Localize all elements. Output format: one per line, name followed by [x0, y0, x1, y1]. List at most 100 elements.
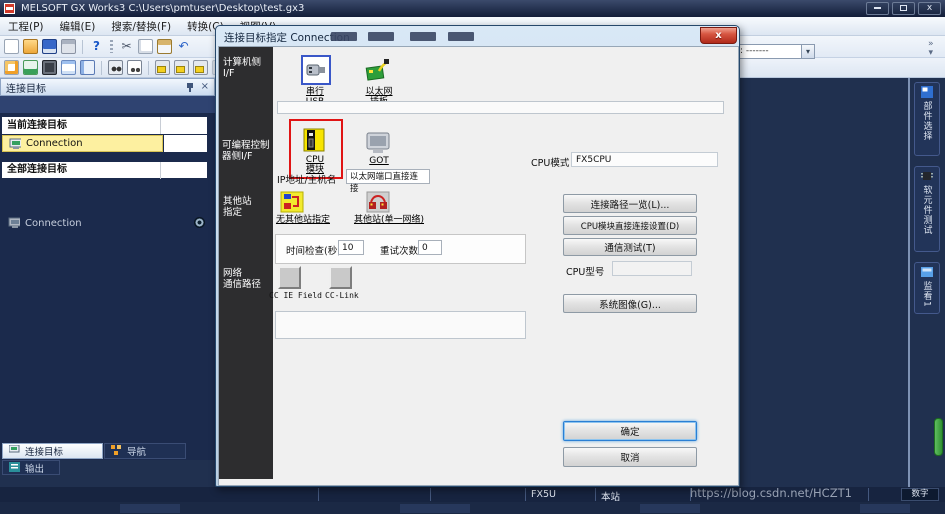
retry-count-field[interactable]: 0	[418, 240, 442, 255]
all-connection-item[interactable]: Connection	[2, 215, 207, 231]
panel-toolbar	[0, 96, 215, 114]
artifact-mark	[368, 32, 394, 41]
watch-window-icon	[921, 266, 933, 278]
cancel-button[interactable]: 取消	[563, 447, 697, 467]
highlight-annotation-box	[289, 119, 343, 179]
print-icon[interactable]	[61, 39, 76, 54]
cc-ie-field-icon[interactable]	[278, 266, 301, 289]
minimize-button[interactable]	[866, 2, 889, 15]
toolbar-overflow-button[interactable]: »▾	[928, 40, 934, 58]
connection-destination-dialog: 连接目标指定 Connection x 计算机侧I/F 可编程控制器侧I/F 其…	[215, 25, 740, 487]
ok-button[interactable]: 确定	[563, 421, 697, 441]
connection-destination-panel: 连接目标 × 当前连接目标 Connection 全部连接目标 Connecti…	[0, 78, 215, 460]
no-other-station-caption[interactable]: 无其他站指定	[267, 215, 339, 225]
path-preview-box	[275, 311, 526, 339]
scrollbar-thumb[interactable]	[934, 418, 943, 456]
got-caption[interactable]: GOT	[353, 156, 405, 166]
serial-usb-icon[interactable]	[301, 55, 331, 85]
other-station-single-network-caption[interactable]: 其他站(单一网络)	[339, 215, 439, 225]
program-list-icon[interactable]	[61, 60, 76, 75]
cpu-mode-label: CPU模式	[531, 155, 569, 169]
app-logo-icon	[4, 3, 15, 14]
cut-icon[interactable]: ✂	[119, 39, 134, 54]
device-memory-icon[interactable]	[174, 60, 189, 75]
artifact-mark	[410, 32, 436, 41]
all-connection-label: Connection	[25, 218, 82, 229]
no-other-station-icon[interactable]	[280, 190, 304, 217]
status-cpu-type: FX5U	[531, 489, 556, 500]
module-configuration-icon[interactable]	[42, 60, 57, 75]
panel-close-icon[interactable]: ×	[201, 82, 209, 92]
tab-navigation[interactable]: 导航	[104, 443, 186, 459]
connection-path-list-button[interactable]: 连接路径一览(L)...	[563, 194, 697, 213]
cc-link-caption: CC-Link	[325, 291, 359, 300]
open-project-icon[interactable]	[23, 39, 38, 54]
got-icon[interactable]	[365, 129, 391, 158]
ip-hostname-label: IP地址/主机名	[277, 172, 336, 186]
connection-icon	[8, 217, 20, 229]
current-connection-item[interactable]: Connection	[2, 135, 163, 152]
connection-tab-icon	[9, 445, 21, 457]
other-station-single-network-icon[interactable]	[366, 190, 390, 217]
copy-icon[interactable]	[138, 39, 153, 54]
tab-output[interactable]: 输出	[2, 460, 60, 475]
fb-list-icon[interactable]	[80, 60, 95, 75]
current-connection-header: 当前连接目标	[2, 117, 207, 134]
watermark-text: https://blog.csdn.net/HCZT1	[690, 486, 852, 500]
time-check-label: 时间检查(秒)	[286, 243, 341, 257]
current-connection-label: Connection	[26, 138, 83, 149]
panel-header: 连接目标 ×	[0, 78, 215, 96]
cpu-direct-connection-settings-button[interactable]: CPU模块直接连接设置(D)	[563, 216, 697, 235]
other-station-label: 其他站指定	[223, 196, 252, 218]
tab-watch-window[interactable]: 监看1	[914, 262, 940, 314]
dialog-body: 计算机侧I/F 可编程控制器侧I/F 其他站指定 网络通信路径 串行USB	[218, 46, 739, 486]
timeout-group: 时间检查(秒) 10 重试次数 0	[275, 234, 526, 264]
record-target-icon[interactable]	[194, 217, 205, 228]
help-icon[interactable]: ?	[89, 39, 104, 54]
ethernet-board-icon[interactable]	[365, 57, 391, 86]
tab-element-selection[interactable]: 部件选择	[914, 82, 940, 156]
menu-project[interactable]: 工程(P)	[8, 19, 44, 34]
menu-search-replace[interactable]: 搜索/替换(F)	[111, 19, 171, 34]
find-window-icon[interactable]	[127, 60, 142, 75]
restore-button[interactable]	[892, 2, 915, 15]
pc-side-label: 计算机侧I/F	[223, 57, 261, 79]
zoom-combobox[interactable]: 大: ------- ▾	[727, 44, 815, 59]
find-icon[interactable]	[108, 60, 123, 75]
connection-icon	[9, 138, 21, 150]
connection-destination-icon[interactable]	[23, 60, 38, 75]
new-project-icon[interactable]	[4, 39, 19, 54]
cpu-model-field	[612, 261, 692, 276]
paste-icon[interactable]	[157, 39, 172, 54]
pin-icon[interactable]	[186, 83, 194, 92]
category-strip	[219, 47, 273, 479]
save-icon[interactable]	[42, 39, 57, 54]
tab-connection-destination[interactable]: 连接目标	[2, 443, 103, 459]
menu-edit[interactable]: 编辑(E)	[60, 19, 96, 34]
status-station: 本站	[601, 489, 620, 503]
restore-icon	[900, 5, 907, 11]
tab-device-test[interactable]: 软元件测试	[914, 166, 940, 252]
bottom-strip	[0, 502, 945, 514]
system-image-button[interactable]: 系统图像(G)...	[563, 294, 697, 313]
navigation-window-icon[interactable]	[4, 60, 19, 75]
cpu-mode-field: FX5CPU	[571, 152, 718, 167]
time-check-field[interactable]: 10	[338, 240, 364, 255]
chevron-down-icon[interactable]: ▾	[801, 45, 814, 58]
panel-body: 当前连接目标 Connection 全部连接目标 Connection	[0, 114, 215, 460]
device-monitor-icon[interactable]	[193, 60, 208, 75]
undo-icon[interactable]: ↶	[176, 39, 191, 54]
dialog-close-button[interactable]: x	[700, 27, 737, 44]
navigation-tab-icon	[111, 445, 123, 457]
output-tab-icon	[9, 462, 21, 474]
cc-link-icon[interactable]	[329, 266, 352, 289]
all-connection-header: 全部连接目标	[2, 162, 207, 178]
close-button[interactable]: x	[918, 2, 941, 15]
close-icon: x	[927, 3, 932, 13]
artifact-mark	[448, 32, 474, 41]
element-selection-icon	[921, 86, 933, 98]
ip-hostname-field[interactable]: 以太网端口直接连接	[346, 169, 430, 184]
dock-divider	[908, 78, 910, 487]
communication-test-button[interactable]: 通信测试(T)	[563, 238, 697, 256]
device-comment-icon[interactable]	[155, 60, 170, 75]
